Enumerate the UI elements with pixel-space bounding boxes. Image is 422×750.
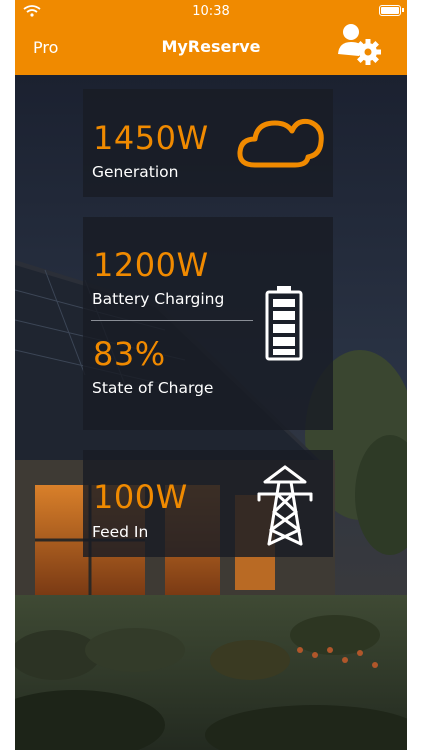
card-divider [91, 320, 253, 321]
power-pylon-icon [257, 465, 313, 546]
feed-in-label: Feed In [92, 523, 149, 541]
state-of-charge-value: 83% [93, 335, 166, 373]
battery-charging-label: Battery Charging [92, 290, 225, 308]
generation-label: Generation [92, 163, 179, 181]
state-of-charge-label: State of Charge [92, 379, 214, 397]
battery-card[interactable]: 1200W Battery Charging 83% State of Char… [83, 217, 333, 430]
feed-in-value: 100W [93, 478, 188, 516]
battery-charging-value: 1200W [93, 246, 209, 284]
status-time: 10:38 [192, 4, 230, 19]
user-settings-icon[interactable] [335, 18, 387, 70]
feed-in-card[interactable]: 100W Feed In [83, 450, 333, 557]
generation-value: 1450W [93, 119, 209, 157]
battery-icon [379, 5, 404, 16]
generation-card[interactable]: 1450W Generation [83, 89, 333, 197]
app-header: 10:38 Pro MyReserve [15, 0, 407, 75]
app-screen: 10:38 Pro MyReserve 1450W Generation 120… [15, 0, 407, 750]
cloud-icon [237, 118, 324, 168]
battery-level-icon [265, 286, 303, 361]
